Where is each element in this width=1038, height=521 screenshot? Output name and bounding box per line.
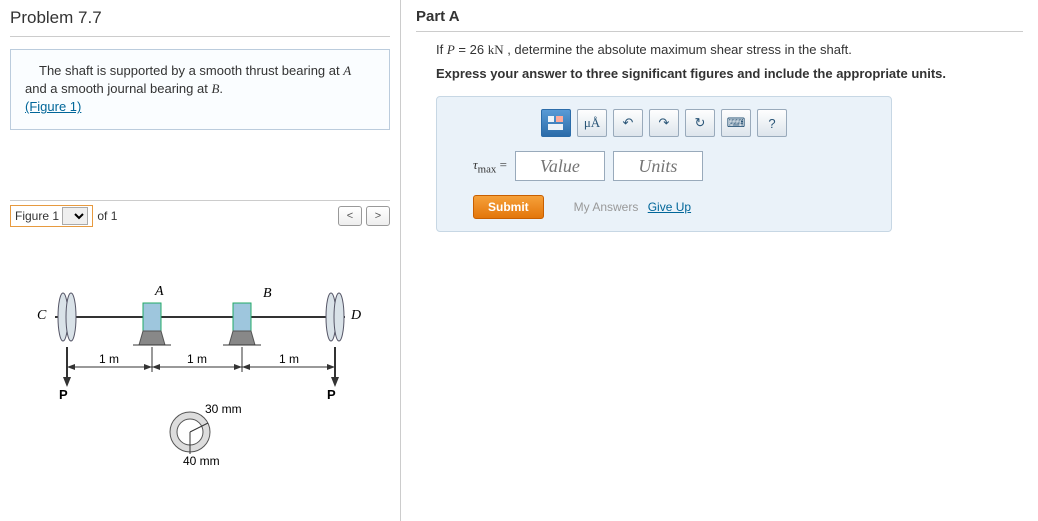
units-input[interactable]	[613, 151, 703, 181]
submit-button[interactable]: Submit	[473, 195, 544, 219]
intro-text-1: The shaft is supported by a smooth thrus…	[39, 63, 343, 78]
variable-p: P	[447, 42, 455, 57]
svg-text:1 m: 1 m	[279, 352, 299, 366]
problem-title: Problem 7.7	[10, 8, 390, 37]
figure-select-label: Figure 1	[15, 209, 59, 223]
prompt-eq: = 26	[455, 42, 488, 57]
svg-text:B: B	[263, 286, 272, 301]
templates-button[interactable]	[541, 109, 571, 137]
value-input[interactable]	[515, 151, 605, 181]
svg-text:C: C	[37, 308, 47, 323]
svg-text:A: A	[154, 284, 164, 299]
prompt-post: , determine the absolute maximum shear s…	[504, 42, 852, 57]
prompt-unit: kN	[488, 42, 504, 57]
tau-subscript: max	[478, 163, 497, 175]
problem-intro: The shaft is supported by a smooth thrus…	[10, 49, 390, 130]
prev-figure-button[interactable]: <	[338, 206, 362, 226]
undo-button[interactable]: ↶	[613, 109, 643, 137]
figure-count-label: of 1	[97, 209, 117, 223]
figure-toolbar: Figure 1 of 1 < >	[10, 200, 390, 227]
answer-panel: μÅ ↶ ↷ ↻ ⌨ ? τmax = Submit My Answers Gi…	[436, 96, 892, 232]
give-up-link[interactable]: Give Up	[648, 200, 691, 214]
svg-text:40 mm: 40 mm	[183, 454, 220, 467]
submit-row: Submit My Answers Give Up	[449, 195, 879, 219]
svg-text:D: D	[350, 308, 361, 323]
svg-text:30 mm: 30 mm	[205, 402, 242, 416]
figure-dropdown[interactable]	[62, 207, 88, 225]
equals-sign: =	[496, 157, 507, 172]
point-a-label: A	[343, 63, 351, 78]
keyboard-button[interactable]: ⌨	[721, 109, 751, 137]
answer-variable-label: τmax =	[473, 157, 507, 176]
intro-text-2: and a smooth journal bearing at	[25, 81, 211, 96]
prompt-pre: If	[436, 42, 447, 57]
part-a-prompt: If P = 26 kN , determine the absolute ma…	[416, 42, 1023, 58]
svg-text:P: P	[327, 387, 336, 402]
part-a-instruction: Express your answer to three significant…	[416, 66, 1023, 81]
part-a-title: Part A	[416, 8, 1023, 32]
intro-text-3: .	[219, 81, 223, 96]
svg-text:1 m: 1 m	[99, 352, 119, 366]
help-button[interactable]: ?	[757, 109, 787, 137]
next-figure-button[interactable]: >	[366, 206, 390, 226]
my-answers-label: My Answers	[574, 200, 639, 214]
figure-link[interactable]: (Figure 1)	[25, 99, 81, 114]
my-answers-area: My Answers Give Up	[574, 200, 691, 214]
units-symbols-button[interactable]: μÅ	[577, 109, 607, 137]
figure-select[interactable]: Figure 1	[10, 205, 93, 227]
svg-text:P: P	[59, 387, 68, 402]
svg-text:1 m: 1 m	[187, 352, 207, 366]
redo-button[interactable]: ↷	[649, 109, 679, 137]
figure-diagram: C A B D	[10, 247, 380, 467]
formula-toolbar: μÅ ↶ ↷ ↻ ⌨ ?	[449, 109, 879, 137]
reset-button[interactable]: ↻	[685, 109, 715, 137]
answer-row: τmax =	[449, 151, 879, 181]
